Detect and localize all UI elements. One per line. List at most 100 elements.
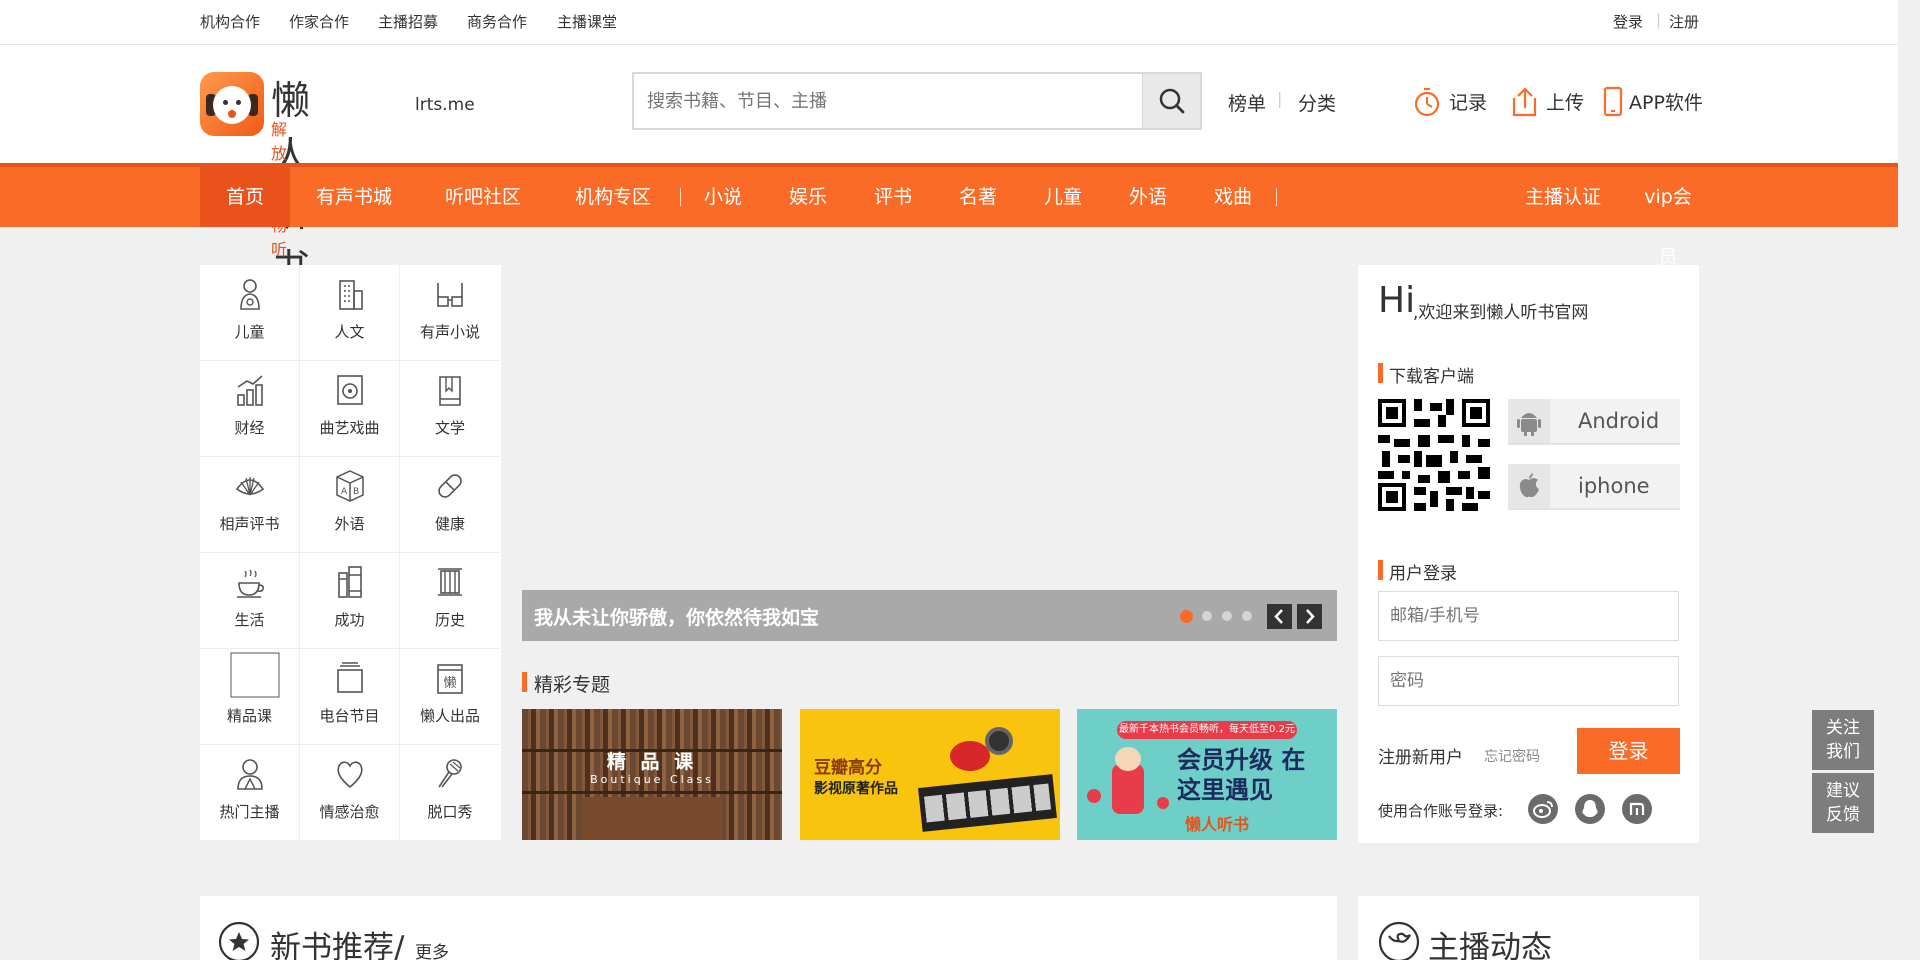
category-item-book[interactable]: 文学 [400, 361, 500, 457]
speaker-icon [335, 373, 365, 407]
category-label: 相声评书 [219, 515, 280, 533]
search-box [632, 72, 1202, 130]
heart-icon [335, 757, 365, 791]
category-item-books[interactable]: 成功 [300, 553, 400, 649]
top-bar: 机构合作 作家合作 主播招募 商务合作 主播课堂 登录 | 注册 [0, 0, 1898, 45]
topbar-link-business[interactable]: 商务合作 [467, 11, 527, 32]
search-input[interactable] [634, 74, 1142, 128]
follow-line-1: 关注 [1826, 718, 1860, 738]
qq-login-button[interactable] [1575, 794, 1605, 824]
nav-vip[interactable]: vip会员 [1636, 167, 1700, 268]
nav-home[interactable]: 首页 [200, 167, 290, 227]
category-item-radio[interactable]: 电台节目 [300, 649, 400, 745]
upload-button[interactable]: 上传 [1510, 86, 1600, 118]
nav-genre-storytelling[interactable]: 评书 [868, 167, 918, 227]
carousel-dot-3[interactable] [1222, 611, 1232, 621]
account-input[interactable] [1378, 591, 1679, 641]
douban-title: 豆瓣高分 [814, 758, 882, 778]
anchor-news-title: 主播动态 [1428, 930, 1552, 960]
xiaomi-login-button[interactable] [1622, 794, 1652, 824]
banner-carousel[interactable] [522, 265, 1337, 641]
category-label: 生活 [234, 611, 265, 629]
featured-vip-upgrade[interactable]: 最新千本热书会员畅听，每天低至0.2元 会员升级 在这里遇见 懒人听书 [1077, 709, 1337, 840]
follow-us-button[interactable]: 关注 我们 [1812, 710, 1874, 770]
books-icon [335, 565, 365, 599]
nav-community[interactable]: 听吧社区 [433, 167, 533, 227]
pill-icon [435, 469, 465, 503]
xiaomi-icon [1629, 802, 1645, 815]
nav-genre-children[interactable]: 儿童 [1038, 167, 1088, 227]
nav-anchor-cert[interactable]: 主播认证 [1523, 167, 1603, 227]
category-item-blank[interactable]: 精品课 [200, 649, 300, 745]
search-button[interactable] [1142, 74, 1200, 128]
carousel-dot-4[interactable] [1242, 611, 1252, 621]
carousel-next-button[interactable] [1297, 604, 1322, 629]
carousel-prev-button[interactable] [1267, 604, 1292, 629]
login-button[interactable]: 登录 [1577, 728, 1680, 774]
new-books-section: 新书推荐/ 更多 [200, 896, 1337, 960]
coffee-icon [235, 565, 265, 599]
nav-genre-language[interactable]: 外语 [1123, 167, 1173, 227]
carousel-dot-2[interactable] [1202, 611, 1212, 621]
logo-headphone-icon [200, 72, 264, 136]
nav-audiobook-store[interactable]: 有声书城 [304, 167, 404, 227]
category-label: 人文 [334, 323, 365, 341]
category-label: 懒人出品 [419, 707, 480, 725]
feedback-line-1: 建议 [1826, 781, 1860, 801]
category-item-baby[interactable]: 儿童 [200, 265, 300, 361]
featured-douban-high-score[interactable]: 豆瓣高分 影视原著作品 [800, 709, 1060, 840]
greeting-text: ,欢迎来到懒人听书官网 [1413, 303, 1589, 323]
fan-icon [235, 469, 265, 503]
iphone-download-button[interactable]: iphone [1508, 464, 1680, 510]
category-item-person[interactable]: 热门主播 [200, 745, 300, 841]
category-label: 曲艺戏曲 [319, 419, 380, 437]
nav-genre-entertainment[interactable]: 娱乐 [783, 167, 833, 227]
category-item-pill[interactable]: 健康 [400, 457, 500, 553]
app-download-button[interactable]: APP软件 [1602, 86, 1703, 118]
topbar-link-writer[interactable]: 作家合作 [289, 11, 349, 32]
nav-genre-opera[interactable]: 戏曲 [1208, 167, 1258, 227]
category-item-fan[interactable]: 相声评书 [200, 457, 300, 553]
greeting-hi: Hi [1378, 280, 1416, 321]
douban-subtitle: 影视原著作品 [814, 781, 898, 797]
scroll-icon [435, 565, 465, 599]
category-label: 脱口秀 [427, 803, 473, 821]
category-item-glasses[interactable]: 有声小说 [400, 265, 500, 361]
section-marker [1378, 560, 1383, 580]
category-link[interactable]: 分类 [1298, 89, 1336, 116]
nav-genre-novel[interactable]: 小说 [698, 167, 748, 227]
login-link[interactable]: 登录 [1613, 11, 1643, 32]
search-icon [1159, 88, 1185, 114]
category-label: 有声小说 [419, 323, 480, 341]
nav-org-zone[interactable]: 机构专区 [563, 167, 663, 227]
topbar-link-recruit[interactable]: 主播招募 [378, 11, 438, 32]
forgot-password-link[interactable]: 忘记密码 [1484, 746, 1540, 766]
carousel-dot-1[interactable] [1180, 610, 1193, 623]
category-item-bar-chart[interactable]: 财经 [200, 361, 300, 457]
category-item-building[interactable]: 人文 [300, 265, 400, 361]
rank-link[interactable]: 榜单 [1228, 89, 1266, 116]
boutique-subtitle: Boutique Class [590, 773, 714, 786]
category-item-speaker[interactable]: 曲艺戏曲 [300, 361, 400, 457]
new-books-more-link[interactable]: 更多 [415, 938, 449, 960]
weibo-login-button[interactable] [1528, 794, 1558, 824]
password-input[interactable] [1378, 656, 1679, 706]
topbar-link-org[interactable]: 机构合作 [200, 11, 260, 32]
category-item-lazy-logo[interactable]: 懒懒人出品 [400, 649, 500, 745]
category-item-scroll[interactable]: 历史 [400, 553, 500, 649]
android-download-button[interactable]: Android [1508, 399, 1680, 445]
clock-icon [1414, 87, 1440, 117]
category-item-ab-cube[interactable]: A B 外语 [300, 457, 400, 553]
section-marker [522, 672, 527, 692]
featured-boutique-class[interactable]: 精 品 课 Boutique Class [522, 709, 782, 840]
topbar-link-class[interactable]: 主播课堂 [557, 11, 617, 32]
feedback-button[interactable]: 建议 反馈 [1812, 773, 1874, 833]
category-item-coffee[interactable]: 生活 [200, 553, 300, 649]
category-item-microphone[interactable]: 脱口秀 [400, 745, 500, 841]
register-new-user-link[interactable]: 注册新用户 [1378, 743, 1463, 768]
chevron-right-icon [1306, 609, 1315, 624]
category-item-heart[interactable]: 情感治愈 [300, 745, 400, 841]
svg-text:B: B [353, 487, 359, 497]
nav-genre-classics[interactable]: 名著 [953, 167, 1003, 227]
register-link[interactable]: 注册 [1669, 11, 1699, 32]
